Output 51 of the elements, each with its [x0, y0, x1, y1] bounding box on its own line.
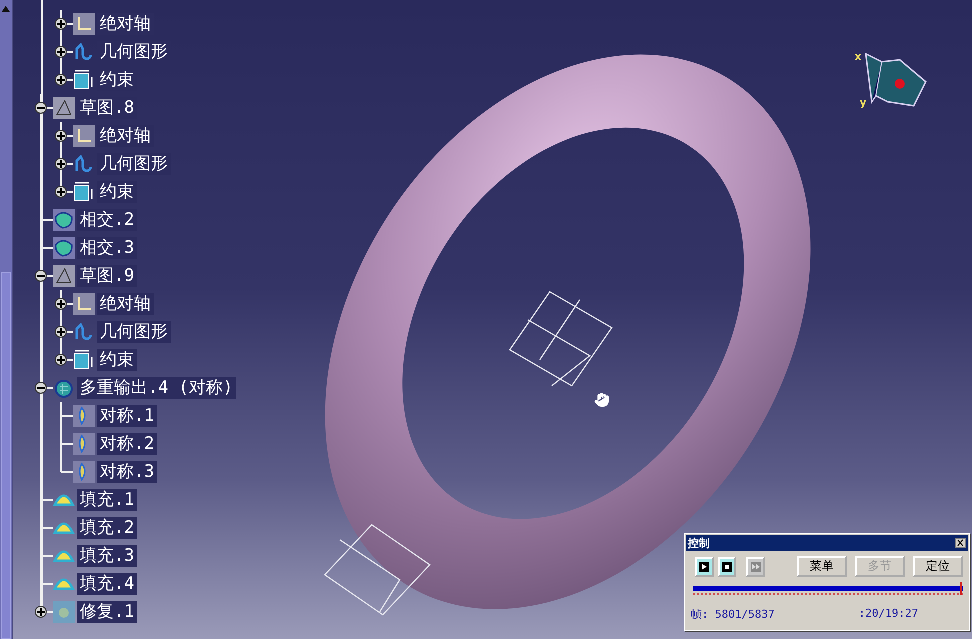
geometry-icon [73, 41, 95, 63]
scroll-up-icon[interactable] [2, 6, 10, 12]
tree-item-label[interactable]: 对称.1 [97, 405, 158, 427]
intersect-icon [53, 209, 75, 231]
multi-icon [53, 377, 75, 399]
intersect-icon [53, 237, 75, 259]
scrollbar[interactable] [0, 0, 13, 639]
tree-item-label[interactable]: 绝对轴 [97, 293, 154, 315]
play-button[interactable] [695, 556, 714, 576]
tree-item-label[interactable]: 修复.1 [77, 601, 138, 623]
tree-item-label[interactable]: 相交.3 [77, 237, 138, 259]
tree-item-label[interactable]: 约束 [97, 181, 137, 203]
constraint-icon [73, 349, 95, 371]
tree-item-label[interactable]: 填充.4 [77, 573, 138, 595]
constraint-icon [73, 181, 95, 203]
panel-button[interactable]: 菜单 [797, 556, 848, 577]
time-readout: :20/19:27 [858, 607, 918, 622]
tree-item-label[interactable]: 约束 [97, 349, 137, 371]
symmetry-icon [73, 405, 95, 427]
tree-item-label[interactable]: 相交.2 [77, 209, 138, 231]
symmetry-icon [73, 461, 95, 483]
hand-cursor-icon [594, 392, 610, 408]
tree-item-label[interactable]: 填充.3 [77, 545, 138, 567]
frame-counter: 帧: 5801/5837 [691, 607, 775, 622]
scroll-thumb[interactable] [1, 272, 11, 639]
tree-item-label[interactable]: 填充.1 [77, 489, 138, 511]
tree-item-label[interactable]: 填充.2 [77, 517, 138, 539]
tree-item-label[interactable]: 对称.3 [97, 461, 158, 483]
timeline-marker[interactable] [960, 582, 962, 595]
tree-item-label[interactable]: 多重输出.4 (对称) [77, 377, 236, 399]
tree-item-label[interactable]: 几何图形 [97, 321, 171, 343]
axis-icon [73, 293, 95, 315]
tree-item-label[interactable]: 几何图形 [97, 153, 171, 175]
tree-item-label[interactable]: 绝对轴 [97, 125, 154, 147]
stop-button[interactable] [718, 556, 736, 576]
symmetry-icon [73, 433, 95, 455]
axis-icon [73, 13, 95, 35]
geometry-icon [73, 153, 95, 175]
play-icon[interactable] [699, 562, 710, 572]
close-icon[interactable] [955, 538, 966, 548]
tree-item-label[interactable]: 对称.2 [97, 433, 158, 455]
axis-icon [73, 125, 95, 147]
panel-title: 控制 [688, 536, 710, 550]
panel-button[interactable]: 定位 [913, 556, 963, 577]
constraint-icon [73, 69, 95, 91]
tree-item-label[interactable]: 草图.9 [77, 265, 138, 287]
geometry-icon [73, 321, 95, 343]
heal-icon [53, 601, 75, 623]
sketch-icon [53, 265, 75, 287]
stop-icon[interactable] [722, 562, 732, 572]
sketch-icon [53, 97, 75, 119]
